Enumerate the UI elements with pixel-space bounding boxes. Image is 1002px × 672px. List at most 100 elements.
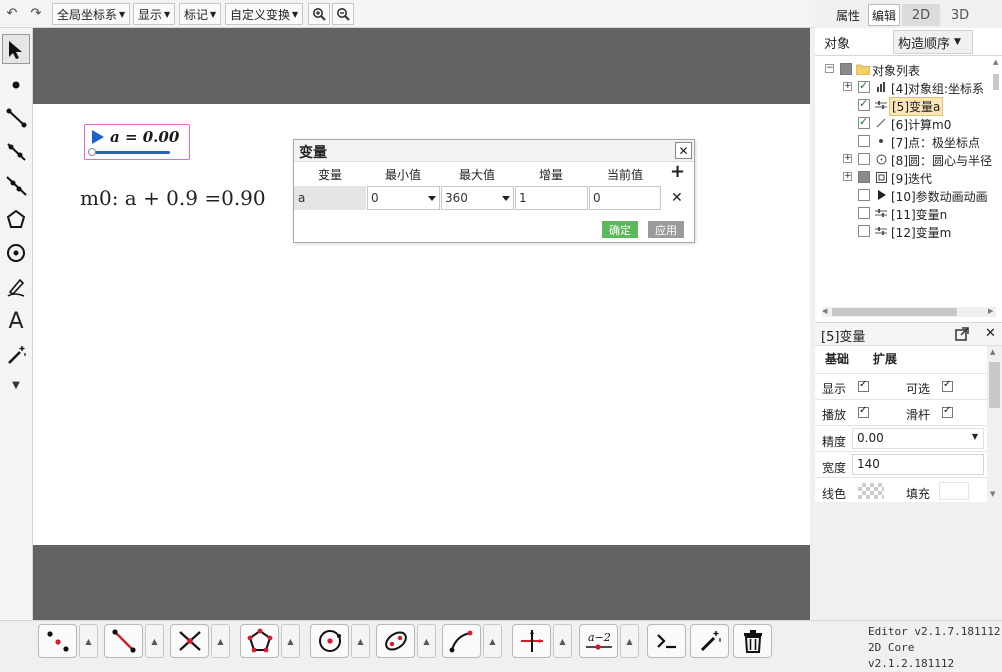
- line-tool[interactable]: [2, 170, 30, 200]
- undo-icon[interactable]: ↶: [3, 4, 21, 22]
- command-button[interactable]: [647, 624, 686, 658]
- tree-checkbox[interactable]: [858, 171, 870, 183]
- tab-properties[interactable]: 属性: [832, 4, 864, 26]
- scroll-left-icon[interactable]: ◀: [822, 307, 827, 315]
- text-tool[interactable]: A: [2, 306, 30, 336]
- column-header-step: 增量: [538, 168, 563, 182]
- current-value-input[interactable]: 0: [589, 186, 661, 210]
- collapse-icon[interactable]: −: [825, 64, 834, 73]
- polygon-tool-button[interactable]: [240, 624, 279, 658]
- tree-vertical-scrollbar[interactable]: [993, 74, 999, 90]
- expand-icon[interactable]: +: [843, 172, 852, 181]
- magic-button[interactable]: [690, 624, 729, 658]
- tab-objects[interactable]: 对象: [824, 33, 850, 52]
- width-input[interactable]: 140: [852, 454, 984, 475]
- tab-2d[interactable]: 2D: [902, 4, 940, 26]
- transform-tool-dropdown[interactable]: ▲: [553, 624, 572, 658]
- popout-icon[interactable]: [955, 327, 969, 344]
- curve-tool-button[interactable]: [442, 624, 481, 658]
- polygon-tool[interactable]: [2, 204, 30, 234]
- transform-tool-button[interactable]: [512, 624, 551, 658]
- magic-tool[interactable]: [2, 340, 30, 370]
- selectable-checkbox[interactable]: [942, 379, 953, 392]
- select-tool[interactable]: [2, 34, 30, 64]
- tree-checkbox[interactable]: [858, 207, 870, 219]
- slider-track[interactable]: [94, 151, 170, 154]
- slider-checkbox[interactable]: [942, 405, 953, 418]
- segment-tool[interactable]: [2, 102, 30, 132]
- tree-checkbox[interactable]: [840, 63, 852, 75]
- curve-tool-dropdown[interactable]: ▲: [483, 624, 502, 658]
- dialog-close-button[interactable]: ✕: [675, 142, 692, 159]
- scroll-up-icon[interactable]: ▲: [993, 58, 998, 66]
- polygon-tool-dropdown[interactable]: ▲: [281, 624, 300, 658]
- tree-checkbox[interactable]: [858, 153, 870, 165]
- delete-button[interactable]: [733, 624, 772, 658]
- scroll-up-icon[interactable]: ▲: [990, 348, 995, 356]
- tree-checkbox[interactable]: [858, 189, 870, 201]
- tab-basic[interactable]: 基础: [825, 350, 849, 367]
- dialog-title: 变量: [299, 145, 327, 161]
- plus-icon: +: [670, 161, 686, 182]
- conic-tool-dropdown[interactable]: ▲: [417, 624, 436, 658]
- play-icon[interactable]: [91, 130, 105, 147]
- scroll-right-icon[interactable]: ▶: [988, 307, 993, 315]
- redo-icon[interactable]: ↷: [27, 4, 45, 22]
- pen-tool[interactable]: [2, 272, 30, 302]
- arrow-cursor-icon: [9, 41, 22, 59]
- display-menu[interactable]: 显示 ▼: [133, 3, 176, 25]
- tree-checkbox[interactable]: [858, 225, 870, 237]
- dialog-header[interactable]: [294, 140, 694, 162]
- circle-tool-button[interactable]: [310, 624, 349, 658]
- tree-checkbox[interactable]: [858, 97, 870, 111]
- tree-checkbox[interactable]: [858, 79, 870, 93]
- calculation-m0-text[interactable]: m0: a + 0.9 =0.90: [80, 186, 266, 210]
- global-coordinate-menu[interactable]: 全局坐标系 ▼: [52, 3, 131, 25]
- points-tool-dropdown[interactable]: ▲: [79, 624, 98, 658]
- circle-tool[interactable]: [2, 238, 30, 268]
- step-input[interactable]: 1: [515, 186, 588, 210]
- measure-tool-dropdown[interactable]: ▲: [620, 624, 639, 658]
- lines-tool-dropdown[interactable]: ▲: [145, 624, 164, 658]
- properties-scroll-thumb[interactable]: [989, 362, 1000, 408]
- conic-tool-button[interactable]: [376, 624, 415, 658]
- slider-handle[interactable]: [88, 148, 96, 156]
- custom-transform-menu[interactable]: 自定义变换 ▼: [225, 3, 304, 25]
- tree-checkbox[interactable]: [858, 135, 870, 147]
- tab-extended[interactable]: 扩展: [873, 350, 897, 367]
- add-variable-button[interactable]: +: [670, 161, 685, 182]
- ok-button[interactable]: 确定: [602, 221, 638, 238]
- circle-tool-dropdown[interactable]: ▲: [351, 624, 370, 658]
- point-tool[interactable]: [2, 68, 30, 98]
- close-icon[interactable]: ✕: [985, 326, 996, 341]
- max-value-select[interactable]: 360: [441, 186, 514, 210]
- tree-checkbox[interactable]: [858, 115, 870, 129]
- expand-icon[interactable]: +: [843, 154, 852, 163]
- intersection-tool-dropdown[interactable]: ▲: [211, 624, 230, 658]
- tab-construction-order[interactable]: 构造顺序 ▼: [893, 30, 973, 54]
- ray-tool[interactable]: [2, 136, 30, 166]
- delete-row-button[interactable]: ✕: [671, 190, 683, 206]
- zoom-out-button[interactable]: [332, 3, 354, 25]
- play-checkbox[interactable]: [858, 405, 869, 418]
- tree-horizontal-scroll-thumb[interactable]: [832, 308, 957, 316]
- scroll-down-icon[interactable]: ▼: [990, 490, 995, 498]
- intersection-tool-button[interactable]: [170, 624, 209, 658]
- apply-button[interactable]: 应用: [648, 221, 684, 238]
- line-color-swatch[interactable]: [858, 483, 884, 499]
- expand-icon[interactable]: +: [843, 82, 852, 91]
- folder-icon: [856, 63, 870, 75]
- show-checkbox[interactable]: [858, 379, 869, 392]
- circle-icon: [318, 630, 341, 652]
- fill-color-swatch[interactable]: [939, 482, 969, 500]
- mark-menu[interactable]: 标记 ▼: [179, 3, 222, 25]
- min-value-select[interactable]: 0: [367, 186, 440, 210]
- lines-tool-button[interactable]: [104, 624, 143, 658]
- zoom-in-button[interactable]: [308, 3, 330, 25]
- precision-select[interactable]: 0.00 ▼: [852, 428, 984, 449]
- points-tool-button[interactable]: [38, 624, 77, 658]
- tab-edit[interactable]: 编辑: [868, 4, 900, 26]
- tab-3d[interactable]: 3D: [942, 4, 978, 26]
- measure-tool-button[interactable]: a−2: [579, 624, 618, 658]
- more-tools-button[interactable]: ▼: [2, 370, 30, 400]
